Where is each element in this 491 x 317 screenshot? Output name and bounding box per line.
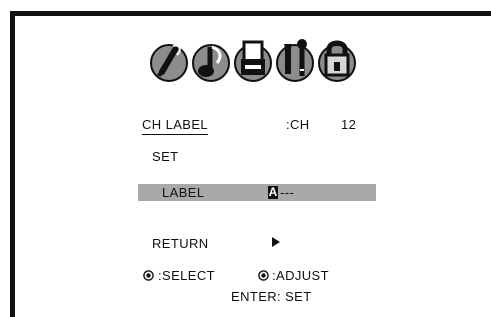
label-item[interactable]: LABEL (162, 185, 204, 201)
return-label[interactable]: RETURN (152, 236, 209, 252)
label-cursor-character[interactable]: A (268, 186, 278, 199)
channel-prefix: :CH (286, 117, 310, 132)
set-label: SET (152, 149, 179, 164)
picture-icon[interactable] (149, 34, 189, 86)
screen-top-border (10, 11, 491, 16)
lock-icon[interactable] (317, 34, 357, 86)
select-hint: :SELECT (158, 268, 215, 283)
joystick-adjust-icon (258, 270, 269, 281)
channel-number: 12 (341, 117, 357, 132)
adjust-hint: :ADJUST (272, 268, 329, 283)
screen-left-border (10, 11, 15, 317)
tools-icon[interactable] (275, 34, 315, 86)
menu-icon-row (149, 34, 369, 86)
enter-hint: ENTER: SET (231, 289, 312, 304)
screen-title: CH LABEL (142, 117, 209, 135)
label-remaining-value[interactable]: --- (280, 185, 294, 201)
setup-icon[interactable] (233, 34, 273, 86)
audio-icon[interactable] (191, 34, 231, 86)
return-arrow-icon[interactable] (272, 237, 280, 247)
joystick-select-icon (143, 270, 154, 281)
